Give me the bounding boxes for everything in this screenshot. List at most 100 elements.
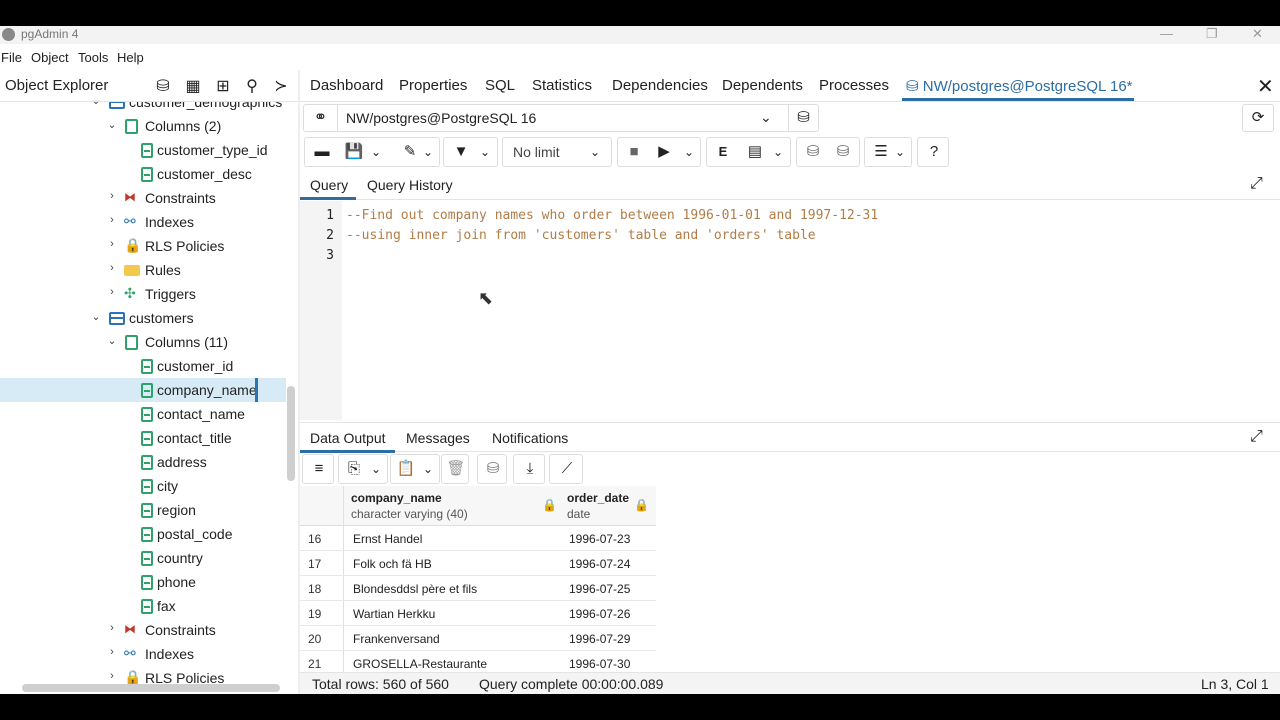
cell-company-name[interactable]: Blondesddsl père et fils — [353, 582, 477, 596]
chevron-down-icon[interactable]: ⌄ — [369, 455, 383, 483]
chevron-right-icon[interactable]: › — [106, 238, 118, 250]
tab-query-tool[interactable]: ⛁ NW/postgres@PostgreSQL 16* — [906, 77, 1133, 95]
maximize-button[interactable]: ❐ — [1206, 26, 1218, 42]
psql-terminal-icon[interactable]: ≻ — [270, 76, 292, 98]
new-connection-icon[interactable]: ⛁ — [788, 105, 818, 131]
column-header-order-date[interactable]: order_date — [567, 491, 629, 505]
table-row[interactable]: 16 Ernst Handel 1996-07-23 — [300, 526, 656, 551]
menu-object[interactable]: Object — [31, 50, 69, 65]
commit-icon[interactable]: ⛁ — [801, 138, 825, 166]
search-icon[interactable]: ⚲ — [241, 76, 263, 98]
table-view-icon[interactable]: ▦ — [182, 76, 204, 98]
tree-node-column[interactable]: address — [0, 450, 286, 474]
tree-node-column[interactable]: postal_code — [0, 522, 286, 546]
tab-processes[interactable]: Processes — [819, 77, 889, 94]
tree-node-indexes[interactable]: › ⚯ Indexes — [0, 642, 286, 666]
edit-icon[interactable]: ✎ — [397, 138, 423, 166]
chevron-down-icon[interactable]: ⌄ — [106, 334, 118, 347]
stop-icon[interactable]: ■ — [622, 138, 646, 166]
chevron-down-icon[interactable]: ⌄ — [760, 109, 772, 126]
tree-node-constraints[interactable]: › ⧓ Constraints — [0, 186, 286, 210]
tree-node-customer-demographics[interactable]: ⌄ customer_demographics — [0, 102, 286, 114]
filter-table-icon[interactable]: ⊞ — [212, 76, 234, 98]
table-row[interactable]: 18 Blondesddsl père et fils 1996-07-25 — [300, 576, 656, 601]
tab-dependencies[interactable]: Dependencies — [612, 77, 708, 94]
refresh-icon[interactable]: ⟳ — [1242, 104, 1274, 132]
maximize-panel-icon[interactable]: ⤢ — [1250, 428, 1263, 446]
cell-company-name[interactable]: Folk och fä HB — [353, 557, 432, 571]
cell-company-name[interactable]: Ernst Handel — [353, 532, 422, 546]
execute-icon[interactable]: ▶ — [652, 138, 676, 166]
tab-notifications[interactable]: Notifications — [492, 430, 568, 446]
tree-node-column[interactable]: fax — [0, 594, 286, 618]
chevron-down-icon[interactable]: ⌄ — [478, 138, 492, 166]
tree-node-rules[interactable]: › Rules — [0, 258, 286, 282]
chevron-down-icon[interactable]: ⌄ — [421, 138, 435, 166]
chevron-right-icon[interactable]: › — [106, 262, 118, 274]
filter-icon[interactable]: ▼ — [448, 138, 474, 166]
cell-order-date[interactable]: 1996-07-25 — [569, 582, 630, 596]
chevron-right-icon[interactable]: › — [106, 670, 118, 682]
macros-icon[interactable]: ☰ — [869, 138, 893, 166]
chevron-down-icon[interactable]: ⌄ — [106, 118, 118, 131]
save-icon[interactable]: 💾 — [341, 138, 367, 166]
graph-visualiser-icon[interactable]: ⟋ — [554, 455, 580, 483]
close-window-button[interactable]: ✕ — [1252, 26, 1263, 42]
chevron-down-icon[interactable]: ⌄ — [421, 455, 435, 483]
table-row[interactable]: 17 Folk och fä HB 1996-07-24 — [300, 551, 656, 576]
menu-tools[interactable]: Tools — [78, 50, 108, 65]
tab-sql[interactable]: SQL — [485, 77, 515, 94]
tab-query-history[interactable]: Query History — [367, 177, 453, 193]
table-row[interactable]: 20 Frankenversand 1996-07-29 — [300, 626, 656, 651]
minimize-button[interactable]: — — [1160, 26, 1173, 41]
cell-company-name[interactable]: GROSELLA-Restaurante — [353, 657, 487, 671]
menu-file[interactable]: File — [1, 50, 22, 65]
database-icon[interactable]: ⛁ — [152, 76, 174, 98]
tree-node-column[interactable]: customer_id — [0, 354, 286, 378]
tab-data-output[interactable]: Data Output — [310, 430, 386, 446]
tab-dashboard[interactable]: Dashboard — [310, 77, 383, 94]
sql-editor[interactable]: 1 2 3 --Find out company names who order… — [300, 201, 1280, 420]
tree-node-indexes[interactable]: › ⚯ Indexes — [0, 210, 286, 234]
tree-node-column[interactable]: contact_name — [0, 402, 286, 426]
tree-node-column[interactable]: region — [0, 498, 286, 522]
tree-node-constraints[interactable]: › ⧓ Constraints — [0, 618, 286, 642]
tree-node-column[interactable]: city — [0, 474, 286, 498]
row-limit-select[interactable]: No limit ⌄ — [502, 137, 612, 167]
download-icon[interactable]: ⤓ — [517, 455, 543, 483]
table-row[interactable]: 19 Wartian Herkku 1996-07-26 — [300, 601, 656, 626]
chevron-down-icon[interactable]: ⌄ — [90, 310, 102, 323]
tree-node-triggers[interactable]: › ✣ Triggers — [0, 282, 286, 306]
tab-dependents[interactable]: Dependents — [722, 77, 803, 94]
chevron-down-icon[interactable]: ⌄ — [369, 138, 383, 166]
chevron-right-icon[interactable]: › — [106, 214, 118, 226]
chevron-down-icon[interactable]: ⌄ — [682, 138, 696, 166]
tree-node-rls-policies[interactable]: › 🔒 RLS Policies — [0, 234, 286, 258]
menu-help[interactable]: Help — [117, 50, 144, 65]
column-header-company-name[interactable]: company_name — [351, 491, 442, 505]
chevron-down-icon[interactable]: ⌄ — [771, 138, 785, 166]
chevron-down-icon[interactable]: ⌄ — [90, 102, 102, 107]
copy-icon[interactable]: ⎘ — [342, 455, 366, 483]
tree-node-column[interactable]: customer_desc — [0, 162, 286, 186]
cell-order-date[interactable]: 1996-07-30 — [569, 657, 630, 671]
tree-node-column[interactable]: contact_title — [0, 426, 286, 450]
save-data-icon[interactable]: ⛁ — [480, 455, 506, 483]
close-tab-icon[interactable]: ✕ — [1257, 74, 1274, 99]
connection-status-icon[interactable]: ⚭ — [304, 105, 338, 131]
open-file-icon[interactable]: ▬ — [309, 138, 335, 166]
explain-button[interactable]: E — [713, 138, 733, 166]
chevron-right-icon[interactable]: › — [106, 286, 118, 298]
paste-icon[interactable]: 📋 — [394, 455, 418, 483]
tree-node-customers[interactable]: ⌄ customers — [0, 306, 286, 330]
delete-icon[interactable]: 🗑 — [444, 455, 468, 483]
tab-query[interactable]: Query — [310, 177, 348, 193]
tree-node-columns[interactable]: ⌄ Columns (2) — [0, 114, 286, 138]
cell-order-date[interactable]: 1996-07-29 — [569, 632, 630, 646]
cell-order-date[interactable]: 1996-07-26 — [569, 607, 630, 621]
chevron-right-icon[interactable]: › — [106, 190, 118, 202]
chevron-down-icon[interactable]: ⌄ — [587, 138, 603, 166]
tree-vertical-scrollbar[interactable] — [287, 386, 295, 481]
chevron-right-icon[interactable]: › — [106, 622, 118, 634]
tree-node-column-selected[interactable]: company_name — [0, 378, 286, 402]
